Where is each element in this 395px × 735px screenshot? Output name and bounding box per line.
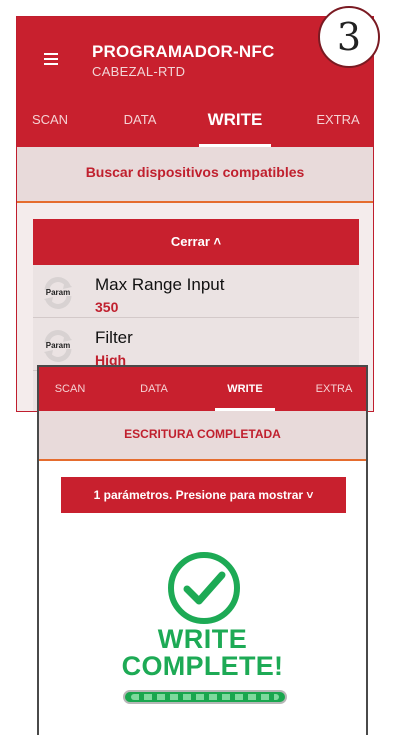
tab-data[interactable]: DATA	[109, 93, 171, 147]
param-icon-label: Param	[45, 341, 71, 350]
search-devices-label: Buscar dispositivos compatibles	[85, 164, 305, 180]
tab-bar: SCAN DATA WRITE EXTRA	[39, 367, 366, 411]
show-params-button[interactable]: 1 parámetros. Presione para mostrar ˅	[61, 477, 346, 513]
app-title: PROGRAMADOR-NFC	[92, 42, 275, 61]
write-status-bar: ESCRITURA COMPLETADA	[39, 411, 366, 461]
collapse-button[interactable]: Cerrar ˄	[33, 219, 359, 265]
front-screen: SCAN DATA WRITE EXTRA ESCRITURA COMPLETA…	[37, 365, 368, 735]
tab-data[interactable]: DATA	[125, 367, 183, 411]
param-name: Filter	[95, 328, 133, 347]
tab-bar: SCAN DATA WRITE EXTRA	[17, 93, 373, 147]
param-row[interactable]: Param Max Range Input 350	[33, 265, 359, 318]
param-icon-label: Param	[45, 288, 71, 297]
param-value: 350	[95, 299, 119, 315]
step-number-badge: 3	[318, 6, 380, 68]
param-refresh-icon: Param	[41, 330, 75, 362]
app-subtitle: CABEZAL-RTD	[92, 64, 186, 79]
param-refresh-icon: Param	[41, 277, 75, 309]
write-progress-bar	[123, 690, 287, 704]
check-circle-icon	[168, 552, 240, 624]
tab-scan[interactable]: SCAN	[39, 367, 101, 411]
tab-write[interactable]: WRITE	[205, 367, 285, 411]
back-screen: PROGRAMADOR-NFC CABEZAL-RTD SCAN DATA WR…	[16, 16, 374, 412]
write-status-text: ESCRITURA COMPLETADA	[124, 427, 281, 441]
write-complete-line2: COMPLETE!	[121, 651, 284, 681]
search-devices-button[interactable]: Buscar dispositivos compatibles	[17, 147, 373, 203]
tab-write[interactable]: WRITE	[191, 93, 279, 147]
tab-extra[interactable]: EXTRA	[301, 367, 366, 411]
tab-extra[interactable]: EXTRA	[303, 93, 373, 147]
tab-scan[interactable]: SCAN	[17, 93, 83, 147]
menu-icon[interactable]	[44, 53, 58, 65]
param-row[interactable]: Param Filter High	[33, 318, 359, 371]
param-name: Max Range Input	[95, 275, 225, 294]
write-progress-segments	[131, 694, 279, 700]
